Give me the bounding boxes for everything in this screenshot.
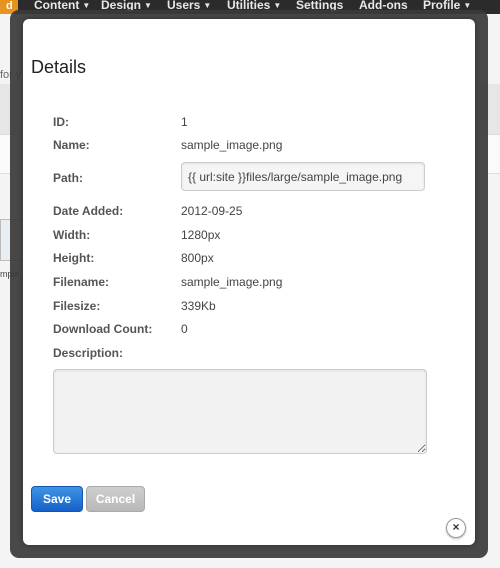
cancel-button[interactable]: Cancel — [86, 486, 145, 512]
details-modal: Details ID: 1 Name: sample_image.png Pat… — [23, 19, 475, 545]
date-added-label: Date Added: — [53, 204, 124, 218]
description-textarea[interactable] — [53, 369, 427, 454]
caret-down-icon: ▼ — [82, 1, 91, 10]
name-label: Name: — [53, 138, 90, 152]
save-button[interactable]: Save — [31, 486, 83, 512]
height-value: 800px — [181, 251, 214, 265]
close-icon[interactable]: × — [446, 518, 466, 538]
filename-value: sample_image.png — [181, 275, 283, 289]
name-value: sample_image.png — [181, 138, 283, 152]
path-label: Path: — [53, 171, 83, 185]
width-label: Width: — [53, 228, 91, 242]
path-field[interactable] — [181, 162, 425, 191]
width-value: 1280px — [181, 228, 221, 242]
filename-label: Filename: — [53, 275, 110, 289]
filesize-value: 339Kb — [181, 299, 216, 313]
download-count-label: Download Count: — [53, 322, 153, 336]
modal-title: Details — [31, 57, 87, 77]
id-value: 1 — [181, 115, 188, 129]
caret-down-icon: ▼ — [144, 1, 152, 10]
height-label: Height: — [53, 251, 95, 265]
caret-down-icon: ▼ — [273, 1, 282, 10]
caret-down-icon: ▼ — [463, 1, 472, 10]
filesize-label: Filesize: — [53, 299, 101, 313]
description-label: Description: — [53, 346, 124, 360]
date-added-value: 2012-09-25 — [181, 204, 243, 218]
id-label: ID: — [53, 115, 69, 129]
caret-down-icon: ▼ — [203, 1, 212, 10]
download-count-value: 0 — [181, 322, 188, 336]
